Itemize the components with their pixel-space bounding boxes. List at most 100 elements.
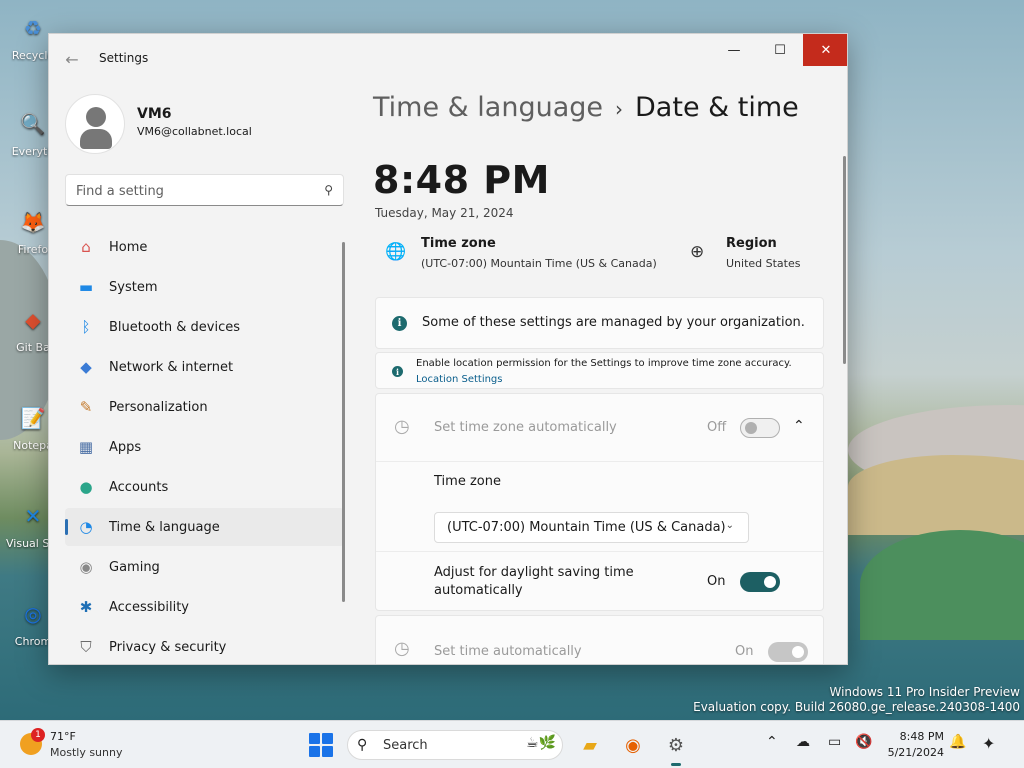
sidebar-item-label: Time & language [109, 519, 220, 535]
back-arrow-icon[interactable]: ← [61, 48, 83, 70]
sidebar-nav: ⌂ Home ▬ System ᛒ Bluetooth & devices ◆ Network… [65, 228, 344, 664]
managed-notice: i Some of these settings are managed by … [375, 297, 824, 349]
current-date: Tuesday, May 21, 2024 [375, 206, 514, 220]
apps-icon: ▦ [78, 438, 94, 456]
dst-toggle[interactable] [740, 572, 780, 592]
desktop-app-icon: ◎ [24, 602, 42, 626]
region-summary-title: Region [726, 236, 777, 251]
location-notice: i Enable location permission for the Set… [375, 352, 824, 389]
auto-time-state: On [735, 644, 754, 659]
avatar-head-icon [86, 107, 106, 127]
find-setting-box[interactable]: ⚲ [65, 174, 344, 206]
taskbar-clock-time[interactable]: 8:48 PM [880, 730, 944, 743]
sidebar-item-accounts[interactable]: ● Accounts [65, 468, 344, 506]
location-settings-link[interactable]: Location Settings [416, 374, 503, 385]
timezone-dropdown[interactable]: (UTC-07:00) Mountain Time (US & Canada) … [434, 512, 749, 543]
search-highlight-icon: ☕🌿 [526, 735, 556, 751]
desktop-app-icon: 📝 [20, 406, 46, 430]
sidebar-item-gaming[interactable]: ◉ Gaming [65, 548, 344, 586]
breadcrumb-chevron-icon: › [615, 97, 624, 121]
breadcrumb: Time & language › Date & time [373, 92, 799, 123]
desktop-app-icon: 🔍 [20, 112, 46, 136]
globe-icon: ⊕ [690, 242, 705, 262]
dst-row[interactable]: Adjust for daylight saving time automati… [376, 552, 823, 612]
location-notice-text: Enable location permission for the Setti… [416, 358, 792, 369]
speaker-muted-icon[interactable]: 🔇 [855, 734, 872, 750]
avatar-body-icon [80, 129, 112, 149]
desktop-app-icon: ♻ [24, 16, 42, 40]
minimize-button[interactable]: — [711, 34, 757, 66]
sidebar-item-label: Apps [109, 439, 142, 455]
weather-badge: 1 [31, 728, 45, 742]
content-scrollbar[interactable] [843, 156, 846, 364]
title-bar[interactable]: ← Settings — ☐ ✕ [49, 34, 847, 82]
sidebar-item-privacy-security[interactable]: ⛉ Privacy & security [65, 628, 344, 664]
sidebar-item-label: System [109, 279, 158, 295]
find-setting-input[interactable] [76, 181, 311, 201]
user-name: VM6 [137, 106, 172, 122]
accessibility-icon: ✱ [79, 598, 93, 616]
clock-icon: ◷ [394, 638, 410, 659]
sidebar-item-label: Gaming [109, 559, 160, 575]
auto-timezone-label: Set time zone automatically [434, 420, 617, 435]
weather-temperature[interactable]: 71°F [50, 730, 76, 743]
timezone-summary-title: Time zone [421, 236, 496, 251]
avatar[interactable] [65, 94, 125, 154]
search-icon[interactable]: ⚲ [324, 183, 333, 197]
sidebar-item-accessibility[interactable]: ✱ Accessibility [65, 588, 344, 626]
timezone-row: Time zone (UTC-07:00) Mountain Time (US … [376, 462, 823, 552]
sidebar-item-bluetooth-devices[interactable]: ᛒ Bluetooth & devices [65, 308, 344, 346]
close-button[interactable]: ✕ [803, 34, 847, 66]
auto-time-toggle[interactable] [768, 642, 808, 662]
shield-icon: ⛉ [80, 638, 92, 656]
brush-icon: ✎ [79, 398, 93, 416]
chevron-up-icon[interactable]: ⌃ [793, 418, 805, 434]
settings-window: ← Settings — ☐ ✕ VM6 VM6@collabnet.local… [48, 33, 848, 665]
person-icon: ● [79, 478, 93, 496]
taskbar-search-label: Search [383, 738, 428, 753]
evaluation-watermark: Windows 11 Pro Insider Preview Evaluatio… [693, 685, 1020, 714]
region-summary-value: United States [726, 257, 801, 270]
maximize-button[interactable]: ☐ [757, 34, 803, 66]
auto-timezone-state: Off [707, 420, 727, 435]
copilot-icon[interactable]: ✦ [982, 734, 995, 753]
chevron-up-icon[interactable]: ⌃ [766, 734, 778, 750]
wallpaper-hill [860, 530, 1024, 640]
taskbar-search[interactable]: ⚲ Search ☕🌿 [347, 730, 563, 760]
sidebar-item-network-internet[interactable]: ◆ Network & internet [65, 348, 344, 386]
weather-description[interactable]: Mostly sunny [50, 746, 122, 759]
sidebar-scrollbar[interactable] [342, 242, 345, 602]
start-button[interactable] [309, 733, 333, 757]
sidebar-item-label: Accounts [109, 479, 169, 495]
auto-timezone-toggle[interactable] [740, 418, 780, 438]
timezone-settings-card: ◷ Set time zone automatically Off ⌃ Time… [375, 393, 824, 611]
sidebar-item-system[interactable]: ▬ System [65, 268, 344, 306]
managed-notice-text: Some of these settings are managed by yo… [422, 315, 805, 330]
current-time: 8:48 PM [373, 158, 550, 202]
firefox-icon[interactable]: ◉ [619, 731, 647, 759]
wallpaper-field [848, 455, 1024, 535]
auto-time-card[interactable]: ◷ Set time automatically On [375, 615, 824, 664]
info-icon: i [392, 366, 403, 377]
wifi-icon: ◆ [80, 358, 92, 376]
globe-clock-icon: ◔ [79, 518, 93, 536]
sidebar-item-personalization[interactable]: ✎ Personalization [65, 388, 344, 426]
taskbar-clock-date[interactable]: 5/21/2024 [880, 746, 944, 759]
chevron-down-icon: ⌄ [725, 520, 734, 531]
display-icon[interactable]: ▭ [828, 734, 841, 750]
auto-timezone-row[interactable]: ◷ Set time zone automatically Off ⌃ [376, 394, 823, 462]
sidebar-item-apps[interactable]: ▦ Apps [65, 428, 344, 466]
network-offline-icon[interactable]: ☁ [796, 734, 810, 750]
page-title: Date & time [635, 92, 799, 123]
globe-clock-icon: 🌐 [385, 242, 407, 262]
breadcrumb-parent[interactable]: Time & language [373, 92, 603, 123]
file-explorer-icon[interactable]: ▰ [576, 731, 604, 759]
desktop-app-icon: ✕ [24, 504, 42, 528]
sidebar-item-home[interactable]: ⌂ Home [65, 228, 344, 266]
desktop-app-icon: 🦊 [20, 210, 46, 234]
sidebar-item-time-language[interactable]: ◔ Time & language [65, 508, 344, 546]
notification-bell-icon[interactable]: 🔔 [949, 734, 966, 750]
settings-gear-icon[interactable]: ⚙ [662, 731, 690, 766]
timezone-summary-value: (UTC-07:00) Mountain Time (US & Canada) [421, 257, 657, 270]
user-email: VM6@collabnet.local [137, 125, 252, 138]
